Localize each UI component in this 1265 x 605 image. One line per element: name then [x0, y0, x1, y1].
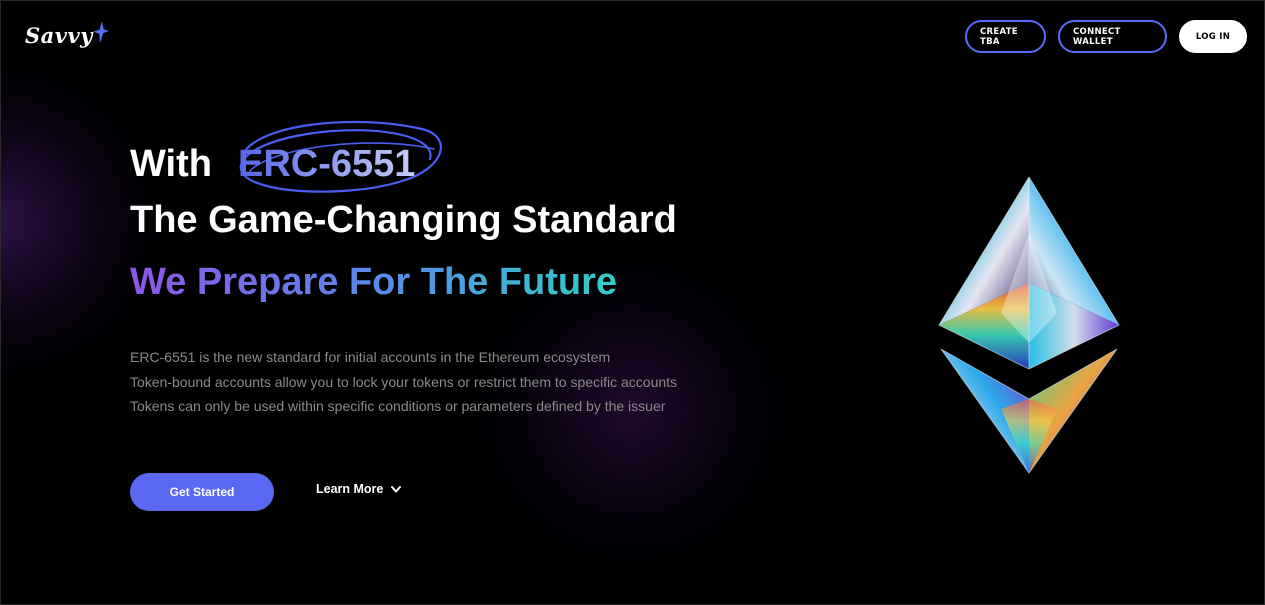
hero-line-2: The Game-Changing Standard [130, 199, 677, 241]
log-in-button[interactable]: LOG IN [1179, 20, 1247, 53]
brand-logo[interactable]: Savvy [25, 21, 109, 49]
hero-tagline: We Prepare For The Future [130, 261, 618, 303]
erc-6551-highlight: ERC-6551 [238, 143, 416, 185]
description-line-2: Token-bound accounts allow you to lock y… [130, 373, 678, 390]
get-started-button[interactable]: Get Started [130, 473, 274, 511]
create-tba-button[interactable]: CREATE TBA [965, 20, 1046, 53]
connect-wallet-button[interactable]: CONNECT WALLET [1058, 20, 1167, 53]
sparkle-star-icon [92, 21, 109, 43]
ethereum-crystal-icon [938, 176, 1120, 474]
learn-more-button[interactable]: Learn More [316, 482, 402, 496]
description-line-1: ERC-6551 is the new standard for initial… [130, 349, 611, 365]
learn-more-label: Learn More [316, 482, 384, 496]
description-line-3: Tokens can only be used within specific … [130, 398, 666, 414]
chevron-down-icon [391, 485, 402, 492]
hero-description: ERC-6551 is the new standard for initial… [130, 345, 677, 419]
brand-logo-text: Savvy [25, 23, 93, 48]
hero-with-text: With [130, 143, 212, 185]
top-navigation: CREATE TBA CONNECT WALLET LOG IN [965, 20, 1247, 53]
landing-page: Savvy CREATE TBA CONNECT WALLET LOG IN W… [0, 0, 1265, 605]
